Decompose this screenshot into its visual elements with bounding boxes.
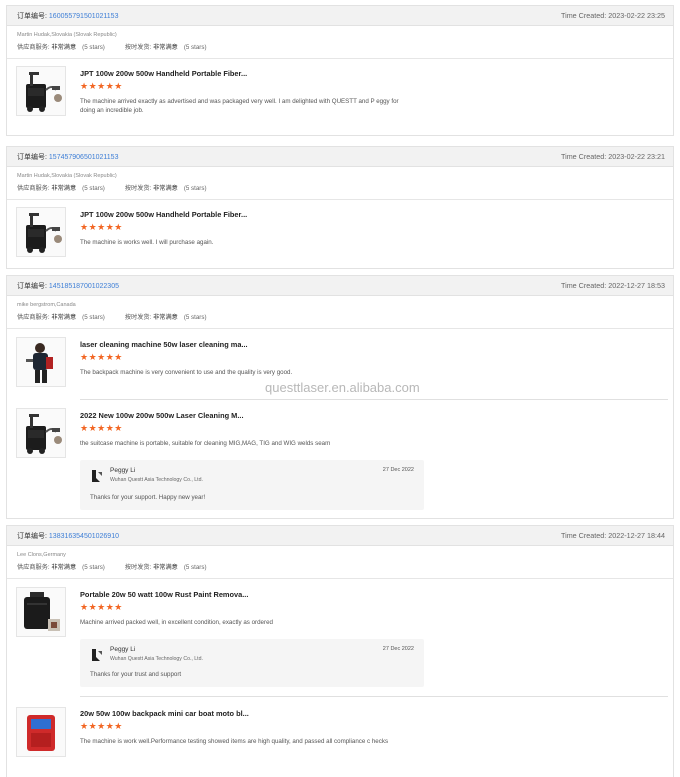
item-divider: [80, 399, 668, 400]
order-card: 订单编号: 157457906501021153 Time Created: 2…: [6, 146, 674, 269]
divider: [7, 578, 673, 579]
laser-machine-image: [26, 414, 62, 454]
reply-company: Wuhan Questt Asia Technology Co., Ltd.: [110, 656, 203, 662]
buyer-name: Martin Hudak,Slovakia (Slovak Republic): [17, 32, 117, 38]
time-created: Time Created: 2022-12-27 18:44: [560, 531, 665, 540]
seller-reply: Peggy Li Wuhan Questt Asia Technology Co…: [80, 639, 424, 687]
order-number: 订单编号: 160055791501021153: [17, 12, 119, 20]
order-number-link[interactable]: 138316354501026910: [49, 533, 119, 540]
rating-stars: ★★★★★: [80, 222, 123, 232]
reply-date: 27 Dec 2022: [382, 646, 414, 652]
buyer-name: Martin Hudak,Slovakia (Slovak Republic): [17, 173, 117, 179]
on-time-delivery-rating: 按时发货: 非常满意 (5 stars): [124, 43, 207, 51]
supplier-service-rating: 供应商服务: 非常满意 (5 stars): [17, 184, 105, 192]
laser-machine-image: [26, 213, 62, 253]
buyer-name: Lee Clons,Germany: [17, 552, 66, 558]
questt-logo-icon: [92, 649, 102, 661]
rating-stars: ★★★★★: [80, 602, 123, 612]
questt-logo-icon: [92, 470, 102, 482]
order-number-link[interactable]: 145185187001022305: [49, 283, 119, 290]
reply-author: Peggy Li: [110, 467, 136, 474]
time-created: Time Created: 2022-12-27 18:53: [560, 281, 665, 290]
seller-ratings: 供应商服务: 非常满意 (5 stars) 按时发货: 非常满意 (5 stars): [7, 40, 673, 52]
reply-date: 27 Dec 2022: [382, 467, 414, 473]
seller-ratings: 供应商服务: 非常满意 (5 stars) 按时发货: 非常满意 (5 stars): [7, 181, 673, 193]
order-number-link[interactable]: 160055791501021153: [49, 13, 119, 20]
product-title[interactable]: laser cleaning machine 50w laser cleanin…: [80, 340, 248, 349]
review-text: the suitcase machine is portable, suitab…: [80, 440, 331, 447]
on-time-delivery-rating: 按时发货: 非常满意 (5 stars): [124, 563, 207, 571]
product-title[interactable]: JPT 100w 200w 500w Handheld Portable Fib…: [80, 69, 247, 78]
product-thumbnail[interactable]: [16, 66, 66, 116]
reply-text: Thanks for your trust and support: [90, 671, 182, 678]
product-title[interactable]: Portable 20w 50 watt 100w Rust Paint Rem…: [80, 590, 248, 599]
seller-ratings: 供应商服务: 非常满意 (5 stars) 按时发货: 非常满意 (5 stars): [7, 560, 673, 572]
buyer-name: mike bergstrom,Canada: [17, 302, 76, 308]
review-text: The backpack machine is very convenient …: [80, 369, 293, 376]
product-thumbnail[interactable]: [16, 408, 66, 458]
time-created: Time Created: 2023-02-22 23:21: [560, 152, 665, 161]
order-number: 订单编号: 138316354501026910: [17, 532, 119, 540]
order-number-link[interactable]: 157457906501021153: [49, 154, 119, 161]
divider: [7, 328, 673, 329]
reply-text: Thanks for your support. Happy new year!: [90, 494, 206, 501]
product-title[interactable]: 2022 New 100w 200w 500w Laser Cleaning M…: [80, 411, 244, 420]
review-text: The machine arrived exactly as advertise…: [80, 98, 399, 114]
laser-machine-image: [26, 72, 62, 112]
item-divider: [80, 696, 668, 697]
order-header: 订单编号: 157457906501021153 Time Created: 2…: [7, 147, 673, 167]
review-text: Machine arrived packed well, in excellen…: [80, 619, 273, 626]
seller-reply: Peggy Li Wuhan Questt Asia Technology Co…: [80, 460, 424, 510]
suitcase-machine-image: [24, 592, 60, 631]
order-number: 订单编号: 145185187001022305: [17, 282, 119, 290]
order-card: 订单编号: 138316354501026910 Time Created: 2…: [6, 525, 674, 777]
review-text: The machine is work well.Performance tes…: [80, 738, 389, 745]
supplier-service-rating: 供应商服务: 非常满意 (5 stars): [17, 43, 105, 51]
product-thumbnail[interactable]: [16, 337, 66, 387]
rating-stars: ★★★★★: [80, 721, 123, 731]
rating-stars: ★★★★★: [80, 352, 123, 362]
watermark: questtlaser.en.alibaba.com: [265, 380, 420, 395]
order-header: 订单编号: 138316354501026910 Time Created: 2…: [7, 526, 673, 546]
order-card: 订单编号: 160055791501021153 Time Created: 2…: [6, 5, 674, 136]
order-header: 订单编号: 145185187001022305 Time Created: 2…: [7, 276, 673, 296]
rating-stars: ★★★★★: [80, 423, 123, 433]
order-card: 订单编号: 145185187001022305 Time Created: 2…: [6, 275, 674, 519]
product-thumbnail[interactable]: [16, 707, 66, 757]
on-time-delivery-rating: 按时发货: 非常满意 (5 stars): [124, 313, 207, 321]
order-number: 订单编号: 157457906501021153: [17, 153, 119, 161]
product-title[interactable]: 20w 50w 100w backpack mini car boat moto…: [80, 709, 249, 718]
review-text: The machine is works well. I will purcha…: [80, 239, 214, 246]
seller-ratings: 供应商服务: 非常满意 (5 stars) 按时发货: 非常满意 (5 stars): [7, 310, 673, 322]
product-thumbnail[interactable]: [16, 587, 66, 637]
divider: [7, 199, 673, 200]
product-thumbnail[interactable]: [16, 207, 66, 257]
divider: [7, 58, 673, 59]
product-title[interactable]: JPT 100w 200w 500w Handheld Portable Fib…: [80, 210, 247, 219]
supplier-service-rating: 供应商服务: 非常满意 (5 stars): [17, 563, 105, 571]
backpack-cleaner-image: [27, 715, 55, 751]
on-time-delivery-rating: 按时发货: 非常满意 (5 stars): [124, 184, 207, 192]
reply-company: Wuhan Questt Asia Technology Co., Ltd.: [110, 477, 203, 483]
time-created: Time Created: 2023-02-22 23:25: [560, 11, 665, 20]
supplier-service-rating: 供应商服务: 非常满意 (5 stars): [17, 313, 105, 321]
order-header: 订单编号: 160055791501021153 Time Created: 2…: [7, 6, 673, 26]
reply-author: Peggy Li: [110, 646, 136, 653]
person-backpack-image: [26, 343, 53, 383]
rating-stars: ★★★★★: [80, 81, 123, 91]
